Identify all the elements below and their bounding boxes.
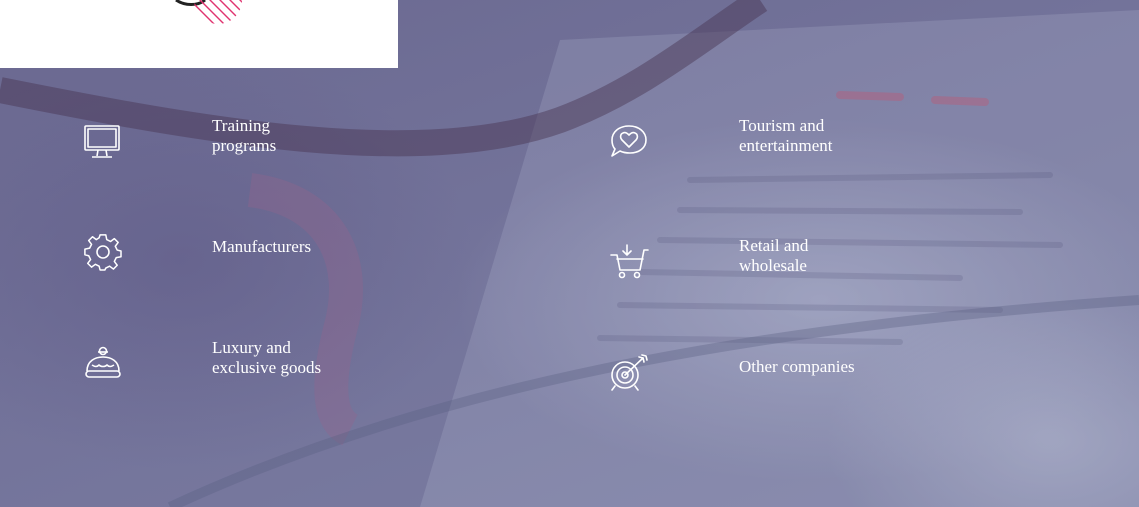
- logo-card: [0, 0, 398, 68]
- heart-speech-bubble-icon: [609, 122, 649, 162]
- industry-label: Manufacturers: [212, 237, 312, 256]
- target-arrow-icon: [609, 353, 649, 393]
- gear-icon: [83, 232, 123, 272]
- crown-icon: [83, 343, 123, 383]
- industry-label: Luxury and exclusive goods: [212, 338, 322, 377]
- industry-label: Training programs: [212, 116, 277, 155]
- industry-label: Retail and wholesale: [739, 236, 809, 275]
- industry-label: Tourism and entertainment: [739, 116, 833, 155]
- industry-label: Other companies: [739, 357, 855, 376]
- blurred-glasses-photo: [0, 0, 1139, 507]
- background-image: [0, 0, 1139, 507]
- shopping-cart-icon: [609, 242, 649, 282]
- monitor-icon: [82, 122, 122, 162]
- logo-graphic: [175, 0, 242, 24]
